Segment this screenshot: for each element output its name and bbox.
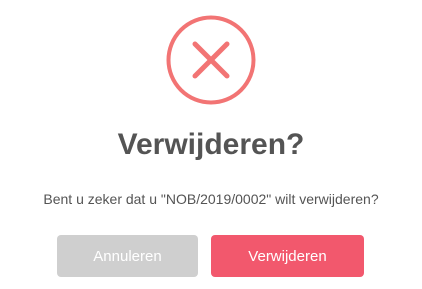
error-x-circle-icon [166,15,256,105]
dialog-title: Verwijderen? [117,128,305,161]
confirm-delete-dialog: Verwijderen? Bent u zeker dat u "NOB/201… [0,0,422,289]
cancel-button[interactable]: Annuleren [57,235,198,277]
confirm-delete-button[interactable]: Verwijderen [211,235,364,277]
dialog-message: Bent u zeker dat u "NOB/2019/0002" wilt … [43,191,379,207]
